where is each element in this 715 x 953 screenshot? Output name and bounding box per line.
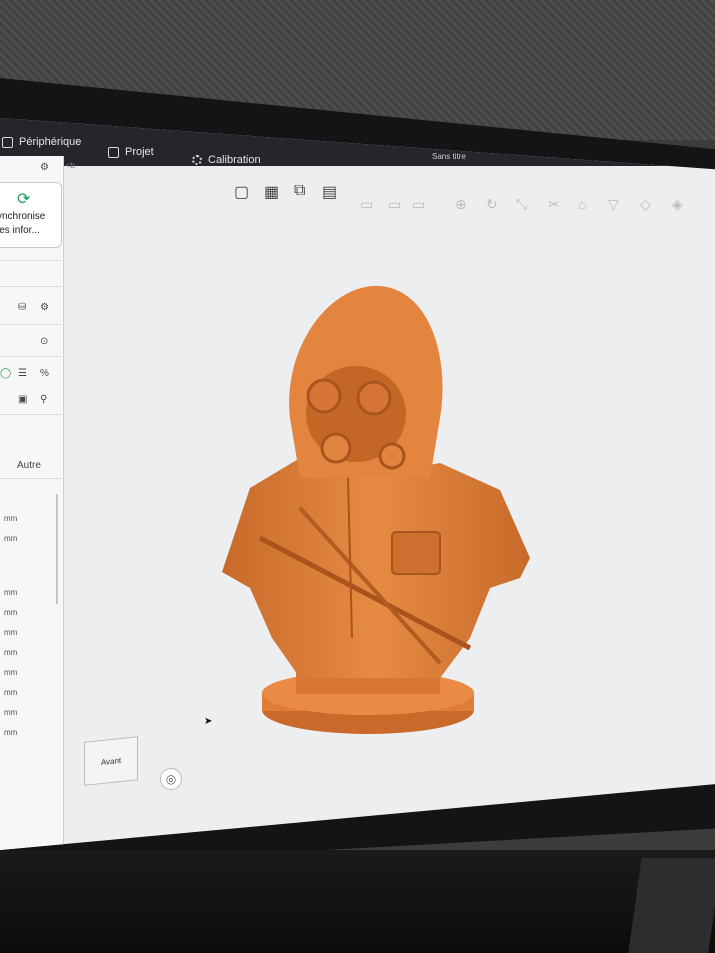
desk-object [628, 858, 715, 953]
camera-reset-button[interactable]: ◎ [160, 768, 182, 790]
view-cube[interactable]: Avant [84, 736, 138, 786]
camera-icon: ◎ [165, 772, 177, 786]
view-cube-label: Avant [100, 755, 122, 767]
mouse-cursor-icon: ➤ [204, 716, 213, 727]
app-window: Périphérique Projet Calibration Sans tit… [0, 118, 715, 850]
desk-surface [0, 850, 715, 953]
